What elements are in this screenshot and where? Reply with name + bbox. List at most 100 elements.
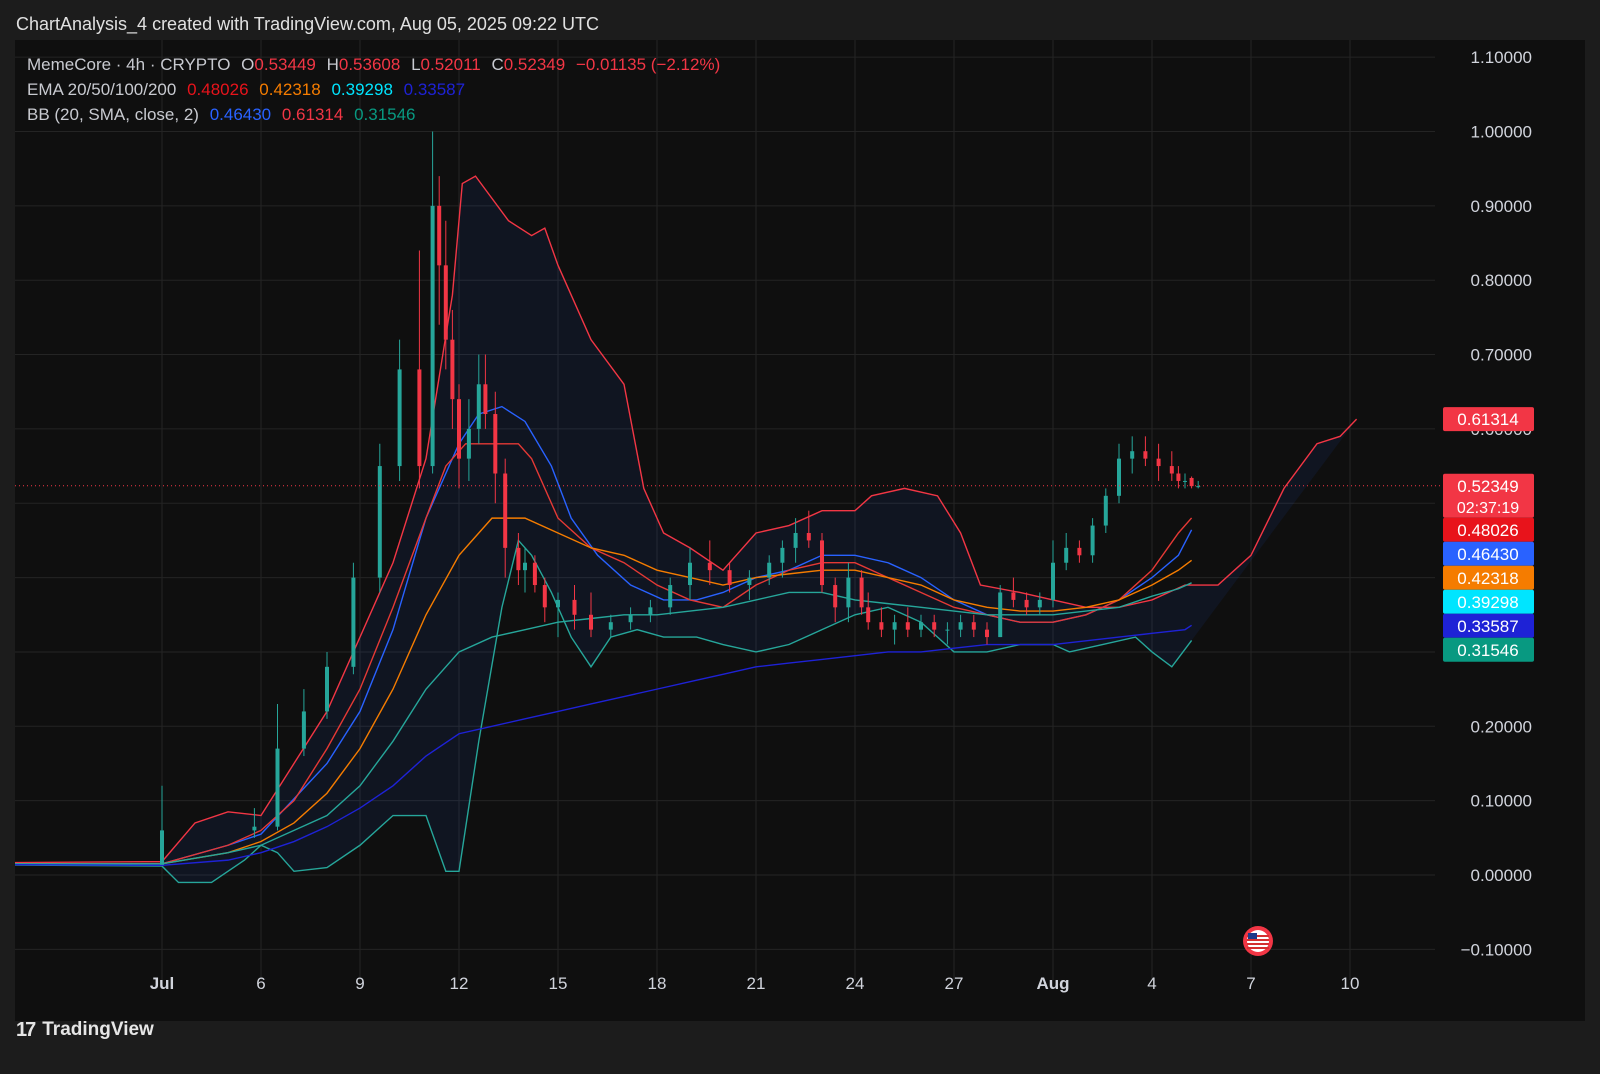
candle-body bbox=[767, 562, 772, 578]
legend-bb-row[interactable]: BB (20, SMA, close, 2) 0.46430 0.61314 0… bbox=[27, 102, 726, 127]
candle-body bbox=[503, 473, 508, 548]
candle-body bbox=[707, 562, 712, 571]
candle-body bbox=[859, 577, 864, 608]
candle-body bbox=[806, 532, 811, 541]
y-tick-label: 0.90000 bbox=[1471, 197, 1532, 216]
y-tick-label: 1.10000 bbox=[1471, 48, 1532, 67]
legend-high: 0.53608 bbox=[338, 55, 401, 74]
legend-low: 0.52011 bbox=[420, 55, 481, 74]
candle-body bbox=[1077, 547, 1082, 556]
candle-body bbox=[1196, 486, 1201, 488]
price-label: 0.33587 bbox=[1443, 613, 1534, 638]
brand-name: TradingView bbox=[42, 1019, 154, 1040]
candle-body bbox=[985, 629, 989, 638]
chart-header-title: ChartAnalysis_4 created with TradingView… bbox=[16, 14, 599, 34]
x-tick-label: 12 bbox=[450, 974, 469, 993]
candle-body bbox=[793, 532, 798, 548]
candle-body bbox=[542, 585, 547, 608]
legend-ema-row[interactable]: EMA 20/50/100/200 0.48026 0.42318 0.3929… bbox=[27, 77, 726, 102]
candle-body bbox=[833, 585, 838, 608]
candle-body bbox=[516, 547, 521, 571]
legend-ema20: 0.48026 bbox=[187, 80, 249, 99]
legend-bb-basis: 0.46430 bbox=[209, 105, 272, 124]
y-tick-label: 1.00000 bbox=[1471, 123, 1532, 142]
candle-body bbox=[958, 622, 963, 630]
candle-body bbox=[450, 339, 455, 400]
candle-body bbox=[919, 622, 923, 630]
candle-body bbox=[648, 607, 653, 615]
legend-change: −0.01135 (−2.12%) bbox=[575, 55, 721, 74]
x-tick-label: 4 bbox=[1147, 974, 1156, 993]
price-label-text: 0.48026 bbox=[1457, 521, 1518, 540]
candle-body bbox=[377, 466, 382, 578]
x-tick-label: 7 bbox=[1246, 974, 1255, 993]
candle-body bbox=[1051, 562, 1055, 600]
price-label: 0.61314 bbox=[1443, 407, 1534, 432]
tradingview-logo-icon: 17 bbox=[16, 1018, 36, 1041]
candle-body bbox=[1169, 466, 1174, 474]
series-line-bb_upper bbox=[15, 175, 1358, 864]
candle-body bbox=[892, 622, 897, 630]
legend-ema50: 0.42318 bbox=[259, 80, 321, 99]
candle-body bbox=[457, 399, 461, 459]
y-tick-label: −0.10000 bbox=[1461, 940, 1532, 959]
chart-area[interactable]: 1.100001.000000.900000.800000.700000.600… bbox=[15, 40, 1585, 1021]
legend-open: 0.53449 bbox=[254, 55, 316, 74]
flag-canton bbox=[1248, 933, 1257, 939]
legend-bb-lower: 0.31546 bbox=[354, 105, 416, 124]
legend-bb-label: BB (20, SMA, close, 2) bbox=[27, 105, 199, 124]
candle-body bbox=[879, 622, 884, 630]
price-label: 0.42318 bbox=[1443, 565, 1534, 590]
legend-ema-label: EMA 20/50/100/200 bbox=[27, 80, 177, 99]
candle-body bbox=[905, 622, 910, 630]
price-label: 0.31546 bbox=[1443, 637, 1534, 662]
legend-close-label: C bbox=[491, 55, 504, 74]
candle-body bbox=[589, 614, 593, 630]
flag-stripe bbox=[1247, 943, 1269, 945]
candle-body bbox=[1176, 473, 1181, 481]
legend-high-label: H bbox=[326, 55, 339, 74]
x-tick-label: 6 bbox=[256, 974, 265, 993]
candle-body bbox=[945, 629, 950, 631]
candle-body bbox=[523, 562, 527, 571]
candle-body bbox=[747, 577, 752, 586]
y-tick-label: 0.80000 bbox=[1471, 271, 1532, 290]
candle-body bbox=[301, 711, 306, 749]
candle-body bbox=[437, 205, 442, 266]
price-label-text: 0.46430 bbox=[1457, 545, 1518, 564]
price-label: 0.46430 bbox=[1443, 541, 1534, 566]
candle-body bbox=[160, 830, 164, 864]
candle-body bbox=[668, 585, 673, 608]
y-tick-label: 0.00000 bbox=[1471, 866, 1532, 885]
legend-low-label: L bbox=[411, 55, 421, 74]
x-tick-label: 18 bbox=[648, 974, 667, 993]
candle-body bbox=[820, 540, 824, 586]
candle-body bbox=[1189, 477, 1194, 487]
candle-body bbox=[971, 622, 976, 630]
candle-body bbox=[1064, 547, 1069, 563]
candle-body bbox=[727, 570, 732, 586]
legend-ema200: 0.33587 bbox=[403, 80, 466, 99]
candle-body bbox=[430, 205, 435, 467]
price-label-text: 0.33587 bbox=[1457, 617, 1518, 636]
x-tick-label: 24 bbox=[846, 974, 865, 993]
candle-body bbox=[572, 599, 577, 615]
candle-body bbox=[160, 863, 164, 865]
candle-body bbox=[1090, 525, 1095, 556]
candle-body bbox=[1011, 592, 1016, 600]
y-tick-label: 0.10000 bbox=[1471, 792, 1532, 811]
candle-body bbox=[846, 577, 851, 608]
countdown-text: 02:37:19 bbox=[1457, 500, 1519, 517]
price-chart[interactable]: 1.100001.000000.900000.800000.700000.600… bbox=[15, 40, 1585, 1021]
x-tick-label: 10 bbox=[1341, 974, 1360, 993]
y-tick-label: 0.70000 bbox=[1471, 346, 1532, 365]
y-tick-label: 0.20000 bbox=[1471, 717, 1532, 736]
legend-ohlc-row[interactable]: MemeCore · 4h · CRYPTO O0.53449 H0.53608… bbox=[27, 52, 726, 77]
legend-ema100: 0.39298 bbox=[331, 80, 393, 99]
footer-brand[interactable]: 17 TradingView bbox=[16, 1018, 154, 1042]
candle-body bbox=[252, 826, 257, 831]
candle-body bbox=[1103, 495, 1108, 526]
x-tick-label: 21 bbox=[747, 974, 766, 993]
us-flag-event-icon[interactable] bbox=[1243, 926, 1273, 956]
legend-bb-upper: 0.61314 bbox=[281, 105, 344, 124]
